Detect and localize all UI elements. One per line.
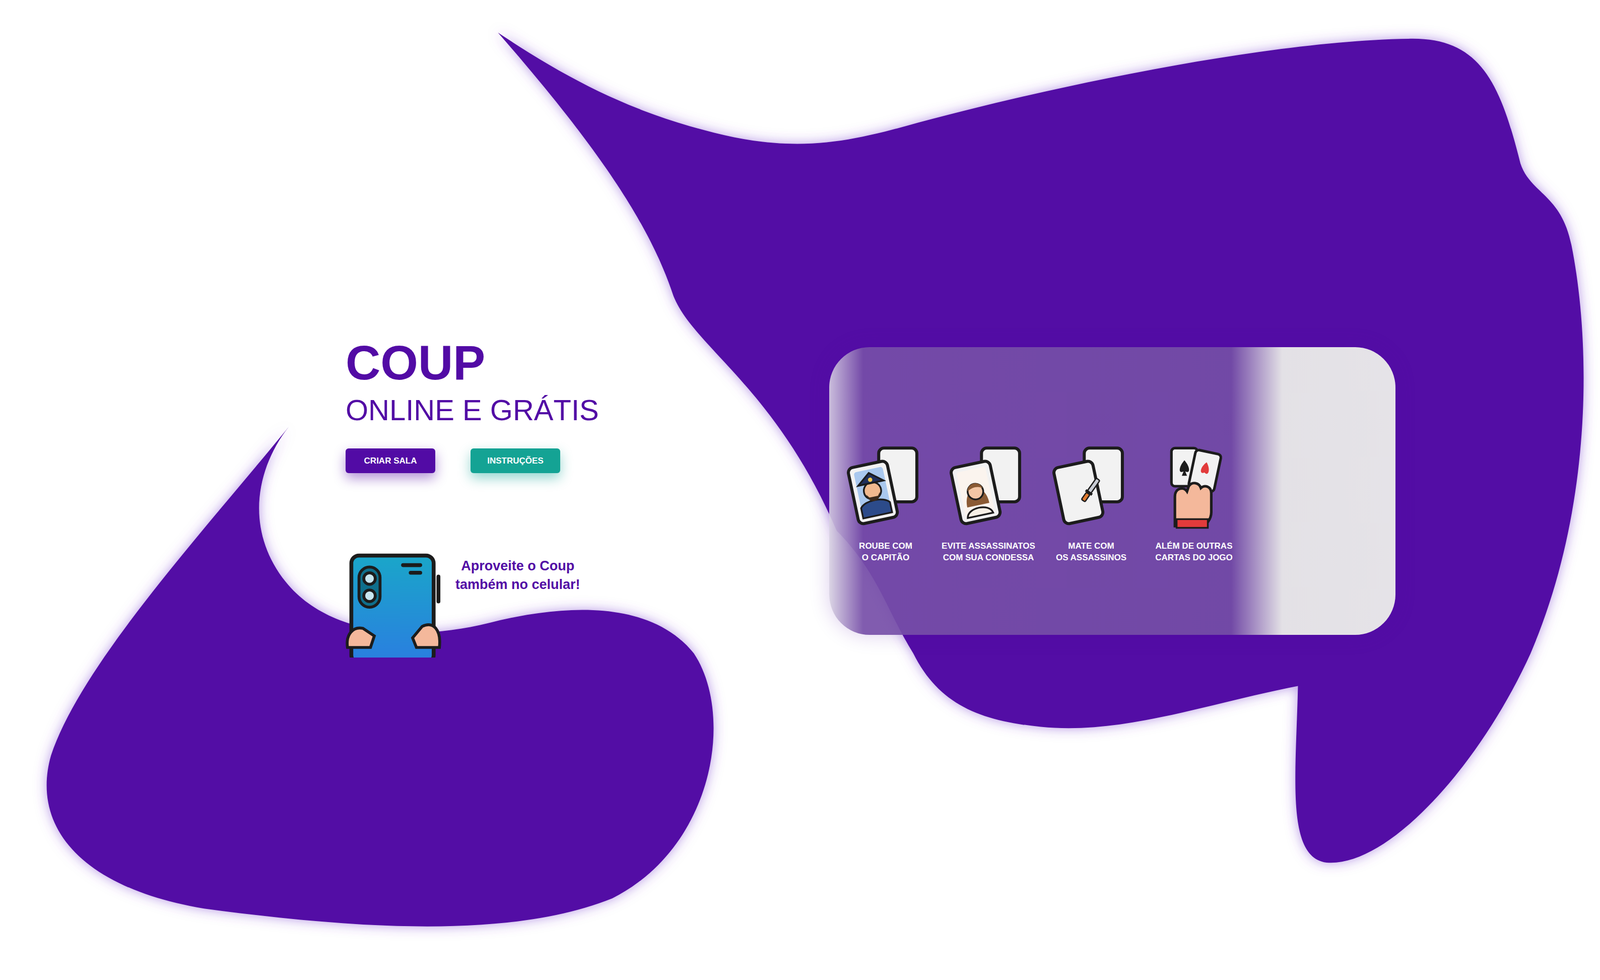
page: COUPONLINE E GRÁTIS CRIAR SALA INSTRUÇÕES A…	[0, 0, 1600, 980]
mobile-caption: Aproveite o Couptambém no celular!	[455, 556, 581, 594]
features-card: ROUBE COMO CAPITÃO EVITE ASSASSINATOSCOM …	[829, 347, 1396, 635]
title: COUP	[345, 337, 658, 389]
mobile-promo: Aproveite o Couptambém no celular!	[345, 541, 658, 658]
create-room-button[interactable]: CRIAR SALA	[345, 448, 436, 474]
playing-cards-in-hand-icon	[1150, 442, 1238, 530]
feature-caption: MATE COMOS ASSASSINOS	[1055, 540, 1127, 564]
hero: COUPONLINE E GRÁTIS CRIAR SALA INSTRUÇÕES A…	[345, 337, 658, 658]
captain-card-icon	[842, 442, 929, 530]
feature-caption: EVITE ASSASSINATOSCOM SUA CONDESSA	[941, 540, 1036, 564]
feature-item: ROUBE COMO CAPITÃO	[834, 442, 938, 564]
instructions-button[interactable]: INSTRUÇÕES	[470, 448, 561, 474]
feature-item: ALÉM DE OUTRASCARTAS DO JOGO	[1142, 442, 1246, 564]
feature-caption: ROUBE COMO CAPITÃO	[858, 540, 913, 564]
feature-item: MATE COMOS ASSASSINOS	[1039, 442, 1143, 564]
left-blob	[46, 426, 714, 927]
phone-in-hand-icon	[345, 541, 442, 658]
feature-item: EVITE ASSASSINATOSCOM SUA CONDESSA	[937, 442, 1040, 564]
assassin-card-icon	[1047, 442, 1135, 530]
feature-caption: ALÉM DE OUTRASCARTAS DO JOGO	[1155, 540, 1233, 564]
contessa-card-icon	[945, 442, 1032, 530]
subtitle: ONLINE E GRÁTIS	[345, 392, 658, 428]
button-row: CRIAR SALA INSTRUÇÕES	[345, 448, 658, 474]
